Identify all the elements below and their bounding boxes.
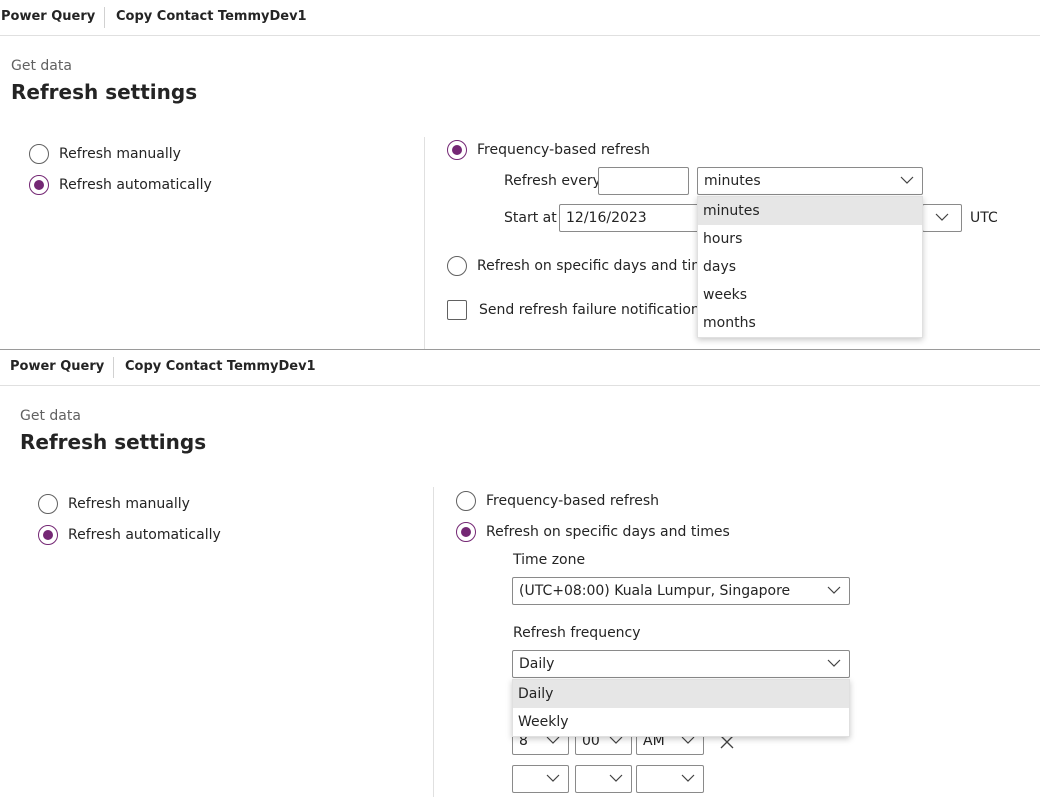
start-time-select[interactable]	[922, 204, 962, 232]
chevron-down-icon	[900, 175, 914, 185]
frequency-based-radio[interactable]	[447, 140, 467, 160]
top-bar: Power Query Copy Contact TemmyDev1	[0, 0, 1040, 36]
refresh-automatically-radio[interactable]	[38, 525, 58, 545]
top-bar: Power Query Copy Contact TemmyDev1	[0, 350, 1040, 386]
unit-option-weeks[interactable]: weeks	[698, 281, 922, 309]
chevron-down-icon	[935, 212, 949, 222]
refresh-settings-panel-specific: Power Query Copy Contact TemmyDev1 Get d…	[0, 349, 1040, 797]
frequency-based-option[interactable]: Frequency-based refresh	[456, 489, 659, 513]
breadcrumb-app[interactable]: Power Query	[10, 359, 104, 374]
specific-days-label: Refresh on specific days and times	[477, 258, 721, 274]
breadcrumb-separator	[104, 7, 105, 28]
refresh-automatically-option[interactable]: Refresh automatically	[38, 523, 221, 547]
refresh-manually-label: Refresh manually	[68, 496, 190, 512]
refresh-manually-radio[interactable]	[38, 494, 58, 514]
unit-option-minutes[interactable]: minutes	[698, 197, 922, 225]
specific-days-label: Refresh on specific days and times	[486, 524, 730, 540]
specific-days-option[interactable]: Refresh on specific days and times	[447, 254, 721, 278]
start-at-label: Start at	[504, 210, 557, 226]
breadcrumb-separator	[113, 357, 114, 378]
frequency-based-radio[interactable]	[456, 491, 476, 511]
unit-option-hours[interactable]: hours	[698, 225, 922, 253]
refresh-unit-select[interactable]: minutes	[697, 167, 923, 195]
failure-notification-option[interactable]: Send refresh failure notification to	[447, 298, 718, 322]
specific-days-radio[interactable]	[456, 522, 476, 542]
breadcrumb-app[interactable]: Power Query	[1, 9, 95, 24]
unit-option-months[interactable]: months	[698, 309, 922, 337]
page-subtitle: Get data	[11, 58, 72, 74]
frequency-option-weekly[interactable]: Weekly	[513, 708, 849, 736]
refresh-every-label: Refresh every	[504, 173, 601, 189]
time-zone-label: Time zone	[513, 552, 586, 568]
time-zone-select[interactable]: (UTC+08:00) Kuala Lumpur, Singapore	[512, 577, 850, 605]
specific-days-option[interactable]: Refresh on specific days and times	[456, 520, 730, 544]
time-ampm-select-empty[interactable]	[636, 765, 704, 793]
chevron-down-icon	[827, 585, 841, 595]
time-zone-value: (UTC+08:00) Kuala Lumpur, Singapore	[519, 583, 791, 599]
refresh-manually-option[interactable]: Refresh manually	[29, 142, 181, 166]
failure-notification-label: Send refresh failure notification to	[479, 302, 719, 318]
chevron-down-icon	[546, 773, 560, 783]
refresh-automatically-label: Refresh automatically	[59, 177, 212, 193]
time-hour-select-empty[interactable]	[512, 765, 569, 793]
refresh-manually-label: Refresh manually	[59, 146, 181, 162]
chevron-down-icon	[681, 773, 695, 783]
column-divider	[424, 137, 425, 349]
time-minute-select-empty[interactable]	[575, 765, 632, 793]
refresh-automatically-label: Refresh automatically	[68, 527, 221, 543]
frequency-option-daily[interactable]: Daily	[513, 680, 849, 708]
refresh-every-input[interactable]	[598, 167, 689, 195]
page-title: Refresh settings	[11, 80, 198, 104]
specific-days-radio[interactable]	[447, 256, 467, 276]
start-date-input[interactable]: 12/16/2023	[559, 204, 701, 232]
column-divider	[433, 487, 434, 797]
refresh-manually-radio[interactable]	[29, 144, 49, 164]
frequency-based-option[interactable]: Frequency-based refresh	[447, 138, 650, 162]
chevron-down-icon	[609, 773, 623, 783]
refresh-manually-option[interactable]: Refresh manually	[38, 492, 190, 516]
page-subtitle: Get data	[20, 408, 81, 424]
refresh-settings-panel-frequency: Power Query Copy Contact TemmyDev1 Get d…	[0, 0, 1040, 349]
refresh-frequency-label: Refresh frequency	[513, 625, 641, 641]
frequency-based-label: Frequency-based refresh	[486, 493, 660, 509]
page-title: Refresh settings	[20, 430, 207, 454]
refresh-automatically-option[interactable]: Refresh automatically	[29, 173, 212, 197]
breadcrumb-dataflow[interactable]: Copy Contact TemmyDev1	[116, 9, 307, 24]
refresh-frequency-value: Daily	[519, 656, 555, 672]
breadcrumb-dataflow[interactable]: Copy Contact TemmyDev1	[125, 359, 316, 374]
failure-notification-checkbox[interactable]	[447, 300, 467, 320]
refresh-frequency-select[interactable]: Daily	[512, 650, 850, 678]
refresh-unit-dropdown: minutes hours days weeks months	[697, 196, 923, 338]
refresh-frequency-dropdown: Daily Weekly	[512, 679, 850, 737]
utc-label: UTC	[970, 210, 998, 226]
chevron-down-icon	[827, 658, 841, 668]
unit-option-days[interactable]: days	[698, 253, 922, 281]
refresh-automatically-radio[interactable]	[29, 175, 49, 195]
frequency-based-label: Frequency-based refresh	[477, 142, 651, 158]
refresh-unit-value: minutes	[704, 173, 761, 189]
